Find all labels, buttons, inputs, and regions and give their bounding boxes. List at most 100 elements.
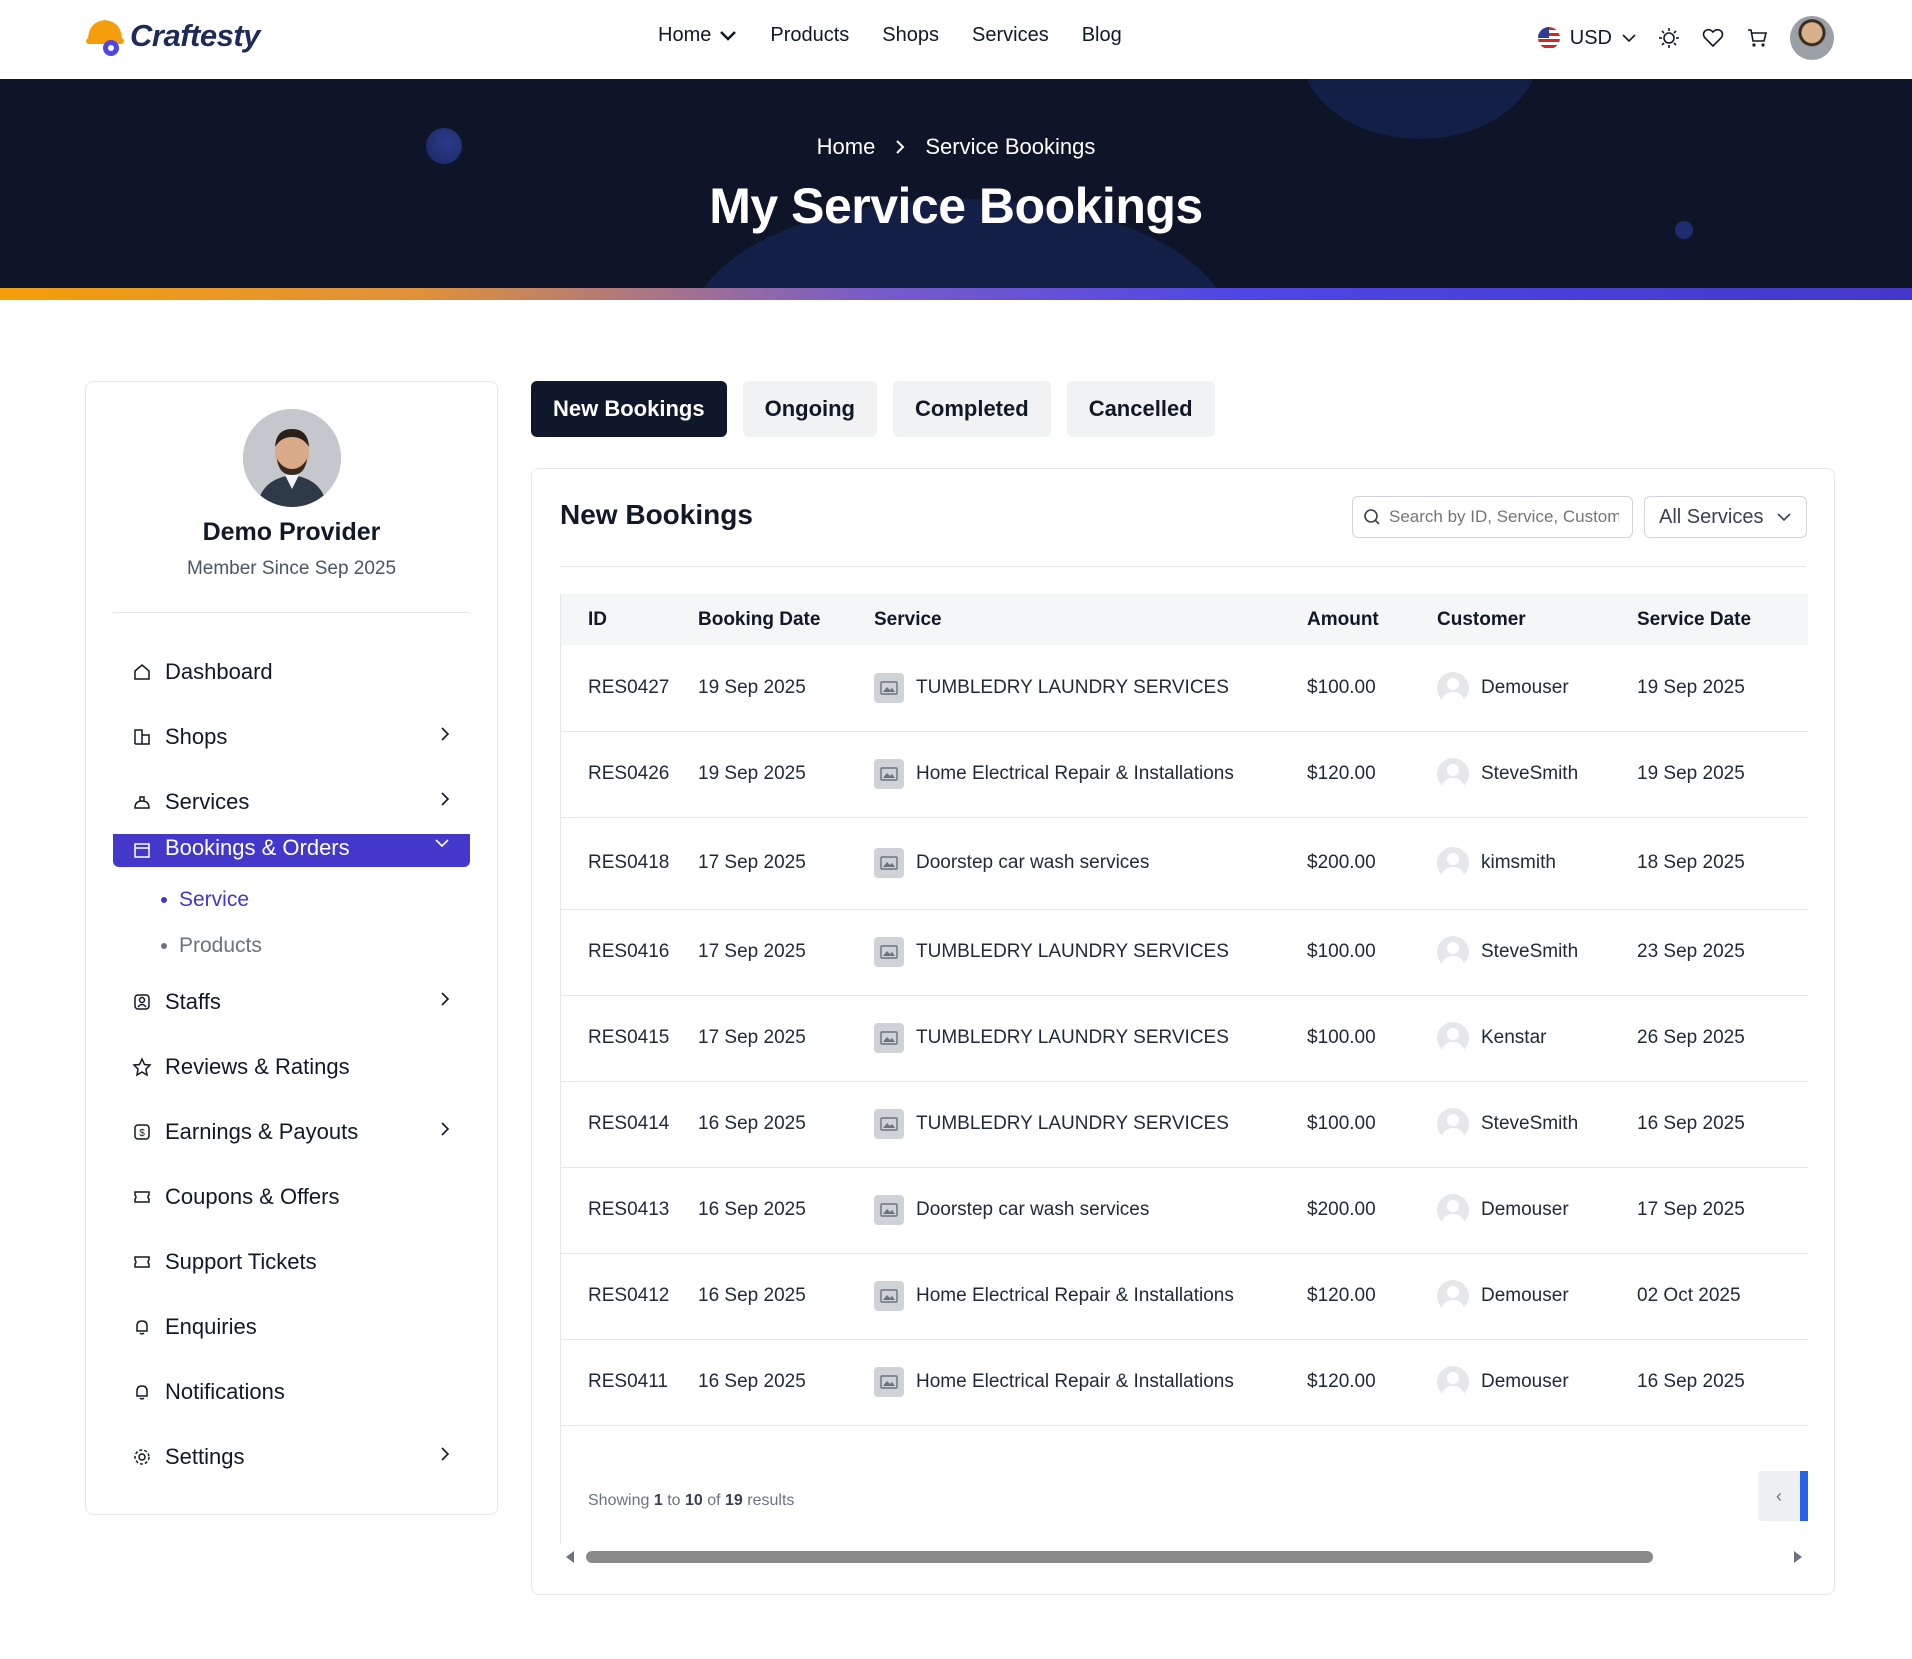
service-filter-select[interactable]: All Services — [1644, 496, 1807, 538]
sidebar-item-label: Enquiries — [165, 1313, 257, 1339]
sidebar-item-shops[interactable]: Shops — [113, 704, 470, 769]
table-row[interactable]: RES0413 16 Sep 2025 Doorstep car wash serv… — [561, 1167, 1808, 1254]
sidebar-item-notifications[interactable]: Notifications — [113, 1359, 470, 1424]
cell-service-date: 02 Oct 2025 — [1637, 1253, 1808, 1340]
tab-new-bookings[interactable]: New Bookings — [531, 381, 727, 437]
sidebar-item-reviews[interactable]: Reviews & Ratings — [113, 1034, 470, 1099]
sidebar-item-staffs[interactable]: Staffs — [113, 969, 470, 1034]
customer-name: SteveSmith — [1481, 763, 1579, 784]
col-header-id[interactable]: ID — [561, 594, 698, 645]
sidebar-item-coupons[interactable]: Coupons & Offers — [113, 1164, 470, 1229]
service-name[interactable]: TUMBLEDRY LAUNDRY SERVICES — [916, 941, 1229, 963]
bookings-table-wrapper: ID Booking Date Service Amount Customer … — [560, 594, 1808, 1544]
table-row[interactable]: RES0415 17 Sep 2025 TUMBLEDRY LAUNDRY SERV… — [561, 995, 1808, 1082]
service-name[interactable]: Home Electrical Repair & Installations — [916, 1285, 1234, 1307]
table-row[interactable]: RES0426 19 Sep 2025 Home Electrical Repair… — [561, 731, 1808, 818]
svg-text:$: $ — [139, 1128, 145, 1139]
col-header-amount[interactable]: Amount — [1307, 594, 1437, 645]
cell-booking-date: 16 Sep 2025 — [698, 1081, 874, 1168]
service-name[interactable]: Doorstep car wash services — [916, 1199, 1149, 1221]
brand-logo[interactable]: Craftesty — [84, 14, 260, 58]
cell-service: TUMBLEDRY LAUNDRY SERVICES — [874, 909, 1307, 996]
table-row[interactable]: RES0427 19 Sep 2025 TUMBLEDRY LAUNDRY SERV… — [561, 645, 1808, 732]
avatar-icon — [1437, 1022, 1469, 1054]
sidebar-item-dashboard[interactable]: Dashboard — [113, 639, 470, 704]
cell-id: RES0415 — [561, 995, 698, 1082]
sidebar-item-enquiries[interactable]: Enquiries — [113, 1294, 470, 1359]
nav-shops[interactable]: Shops — [882, 24, 939, 47]
service-name[interactable]: TUMBLEDRY LAUNDRY SERVICES — [916, 1027, 1229, 1049]
chevron-right-icon — [441, 992, 450, 1006]
col-header-service[interactable]: Service — [874, 594, 1307, 645]
cell-booking-date: 19 Sep 2025 — [698, 731, 874, 818]
currency-label: USD — [1569, 26, 1612, 49]
submenu-service[interactable]: Service — [161, 877, 470, 923]
heart-icon[interactable] — [1702, 28, 1724, 48]
customer-cell: SteveSmith — [1437, 1108, 1637, 1140]
cart-icon[interactable] — [1746, 27, 1768, 49]
scroll-left-icon[interactable] — [566, 1551, 574, 1563]
cell-service-date: 19 Sep 2025 — [1637, 645, 1808, 732]
search-box — [1352, 496, 1633, 538]
submenu-products[interactable]: Products — [161, 923, 470, 969]
service-name[interactable]: Home Electrical Repair & Installations — [916, 763, 1234, 785]
page-title: My Service Bookings — [709, 178, 1203, 234]
sidebar-item-services[interactable]: Services — [113, 769, 470, 834]
sidebar-item-bookings-orders[interactable]: Bookings & Orders — [113, 834, 470, 867]
currency-selector[interactable]: USD — [1537, 26, 1636, 50]
sidebar-item-label: Bookings & Orders — [165, 835, 350, 860]
service-name[interactable]: Doorstep car wash services — [916, 852, 1149, 874]
avatar-icon — [1437, 1108, 1469, 1140]
nav-services[interactable]: Services — [972, 24, 1049, 47]
search-input[interactable] — [1389, 507, 1619, 527]
cell-id: RES0414 — [561, 1081, 698, 1168]
sidebar-item-label: Settings — [165, 1443, 245, 1469]
breadcrumb: Home Service Bookings — [0, 134, 1912, 160]
tab-cancelled[interactable]: Cancelled — [1066, 381, 1215, 437]
customer-name: Demouser — [1481, 1371, 1569, 1392]
service-name[interactable]: TUMBLEDRY LAUNDRY SERVICES — [916, 677, 1229, 699]
cell-booking-date: 17 Sep 2025 — [698, 817, 874, 910]
cell-service: Home Electrical Repair & Installations — [874, 1253, 1307, 1340]
ticket-icon — [131, 1251, 153, 1273]
service-name[interactable]: TUMBLEDRY LAUNDRY SERVICES — [916, 1113, 1229, 1135]
sidebar-item-earnings[interactable]: $ Earnings & Payouts — [113, 1099, 470, 1164]
service-name[interactable]: Home Electrical Repair & Installations — [916, 1371, 1234, 1393]
col-header-service-date[interactable]: Service Date — [1637, 594, 1808, 645]
table-row[interactable]: RES0416 17 Sep 2025 TUMBLEDRY LAUNDRY SERV… — [561, 909, 1808, 996]
col-header-booking-date[interactable]: Booking Date — [698, 594, 874, 645]
submenu-label: Service — [179, 888, 250, 911]
breadcrumb-home[interactable]: Home — [817, 134, 876, 160]
service-cell: TUMBLEDRY LAUNDRY SERVICES — [874, 1023, 1307, 1053]
image-placeholder-icon — [874, 759, 904, 789]
cell-booking-date: 17 Sep 2025 — [698, 995, 874, 1082]
col-header-customer[interactable]: Customer — [1437, 594, 1637, 645]
horizontal-scrollbar[interactable] — [560, 1547, 1808, 1567]
scrollbar-thumb[interactable] — [586, 1551, 1653, 1563]
sun-icon[interactable] — [1658, 27, 1680, 49]
nav-products[interactable]: Products — [770, 24, 849, 47]
chevron-down-icon — [720, 30, 737, 41]
nav-actions: USD — [1537, 16, 1834, 60]
sidebar-item-support[interactable]: Support Tickets — [113, 1229, 470, 1294]
chevron-down-icon — [435, 839, 449, 848]
cell-customer: Kenstar — [1437, 995, 1637, 1082]
profile-name: Demo Provider — [202, 518, 381, 546]
sidebar-item-settings[interactable]: Settings — [113, 1424, 470, 1489]
next-page-button[interactable] — [1800, 1471, 1808, 1521]
nav-blog[interactable]: Blog — [1082, 24, 1122, 47]
table-row[interactable]: RES0412 16 Sep 2025 Home Electrical Repair… — [561, 1253, 1808, 1340]
scroll-right-icon[interactable] — [1794, 1551, 1802, 1563]
tab-ongoing[interactable]: Ongoing — [742, 381, 877, 437]
customer-name: Demouser — [1481, 1285, 1569, 1306]
service-cell: TUMBLEDRY LAUNDRY SERVICES — [874, 1109, 1307, 1139]
table-row[interactable]: RES0414 16 Sep 2025 TUMBLEDRY LAUNDRY SERV… — [561, 1081, 1808, 1168]
booking-tabs: New Bookings Ongoing Completed Cancelled — [531, 381, 1215, 437]
table-row[interactable]: RES0418 17 Sep 2025 Doorstep car wash serv… — [561, 817, 1808, 910]
tab-completed[interactable]: Completed — [893, 381, 1051, 437]
table-row[interactable]: RES0411 16 Sep 2025 Home Electrical Repair… — [561, 1339, 1808, 1426]
sidebar-item-label: Shops — [165, 723, 228, 749]
nav-home[interactable]: Home — [658, 24, 737, 47]
user-avatar[interactable] — [1790, 16, 1834, 60]
prev-page-button[interactable]: ‹ — [1758, 1471, 1800, 1521]
